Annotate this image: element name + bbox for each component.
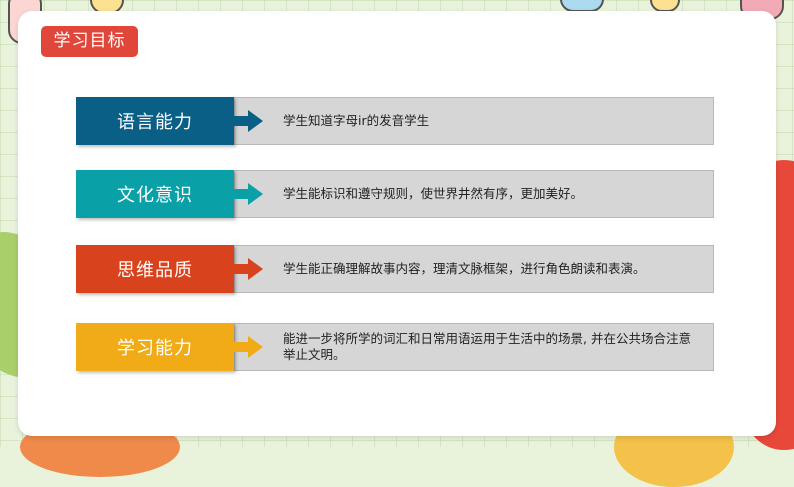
arrow-right-icon [234, 110, 263, 132]
page-title: 学习目标 [41, 26, 138, 57]
arrow-right-icon [234, 183, 263, 205]
slide-card [18, 11, 776, 436]
objective-text: 学生能标识和遵守规则，使世界井然有序，更加美好。 [283, 186, 584, 201]
objective-row: 语言能力 学生知道字母ir的发音学生 [76, 97, 716, 145]
arrow-right-icon [234, 336, 263, 358]
objective-row: 文化意识 学生能标识和遵守规则，使世界井然有序，更加美好。 [76, 170, 716, 218]
objective-label: 思维品质 [76, 245, 234, 293]
objective-label: 语言能力 [76, 97, 234, 145]
objective-row: 思维品质 学生能正确理解故事内容，理清文脉框架，进行角色朗读和表演。 [76, 245, 716, 293]
objective-label: 学习能力 [76, 323, 234, 371]
objective-row: 学习能力 能进一步将所学的词汇和日常用语运用于生活中的场景, 并在公共场合注意举… [76, 323, 716, 371]
arrow-right-icon [234, 258, 263, 280]
objective-text: 学生知道字母ir的发音学生 [283, 113, 430, 128]
objective-text: 能进一步将所学的词汇和日常用语运用于生活中的场景, 并在公共场合注意举止文明。 [283, 331, 691, 362]
objective-label: 文化意识 [76, 170, 234, 218]
objective-text: 学生能正确理解故事内容，理清文脉框架，进行角色朗读和表演。 [283, 261, 646, 276]
